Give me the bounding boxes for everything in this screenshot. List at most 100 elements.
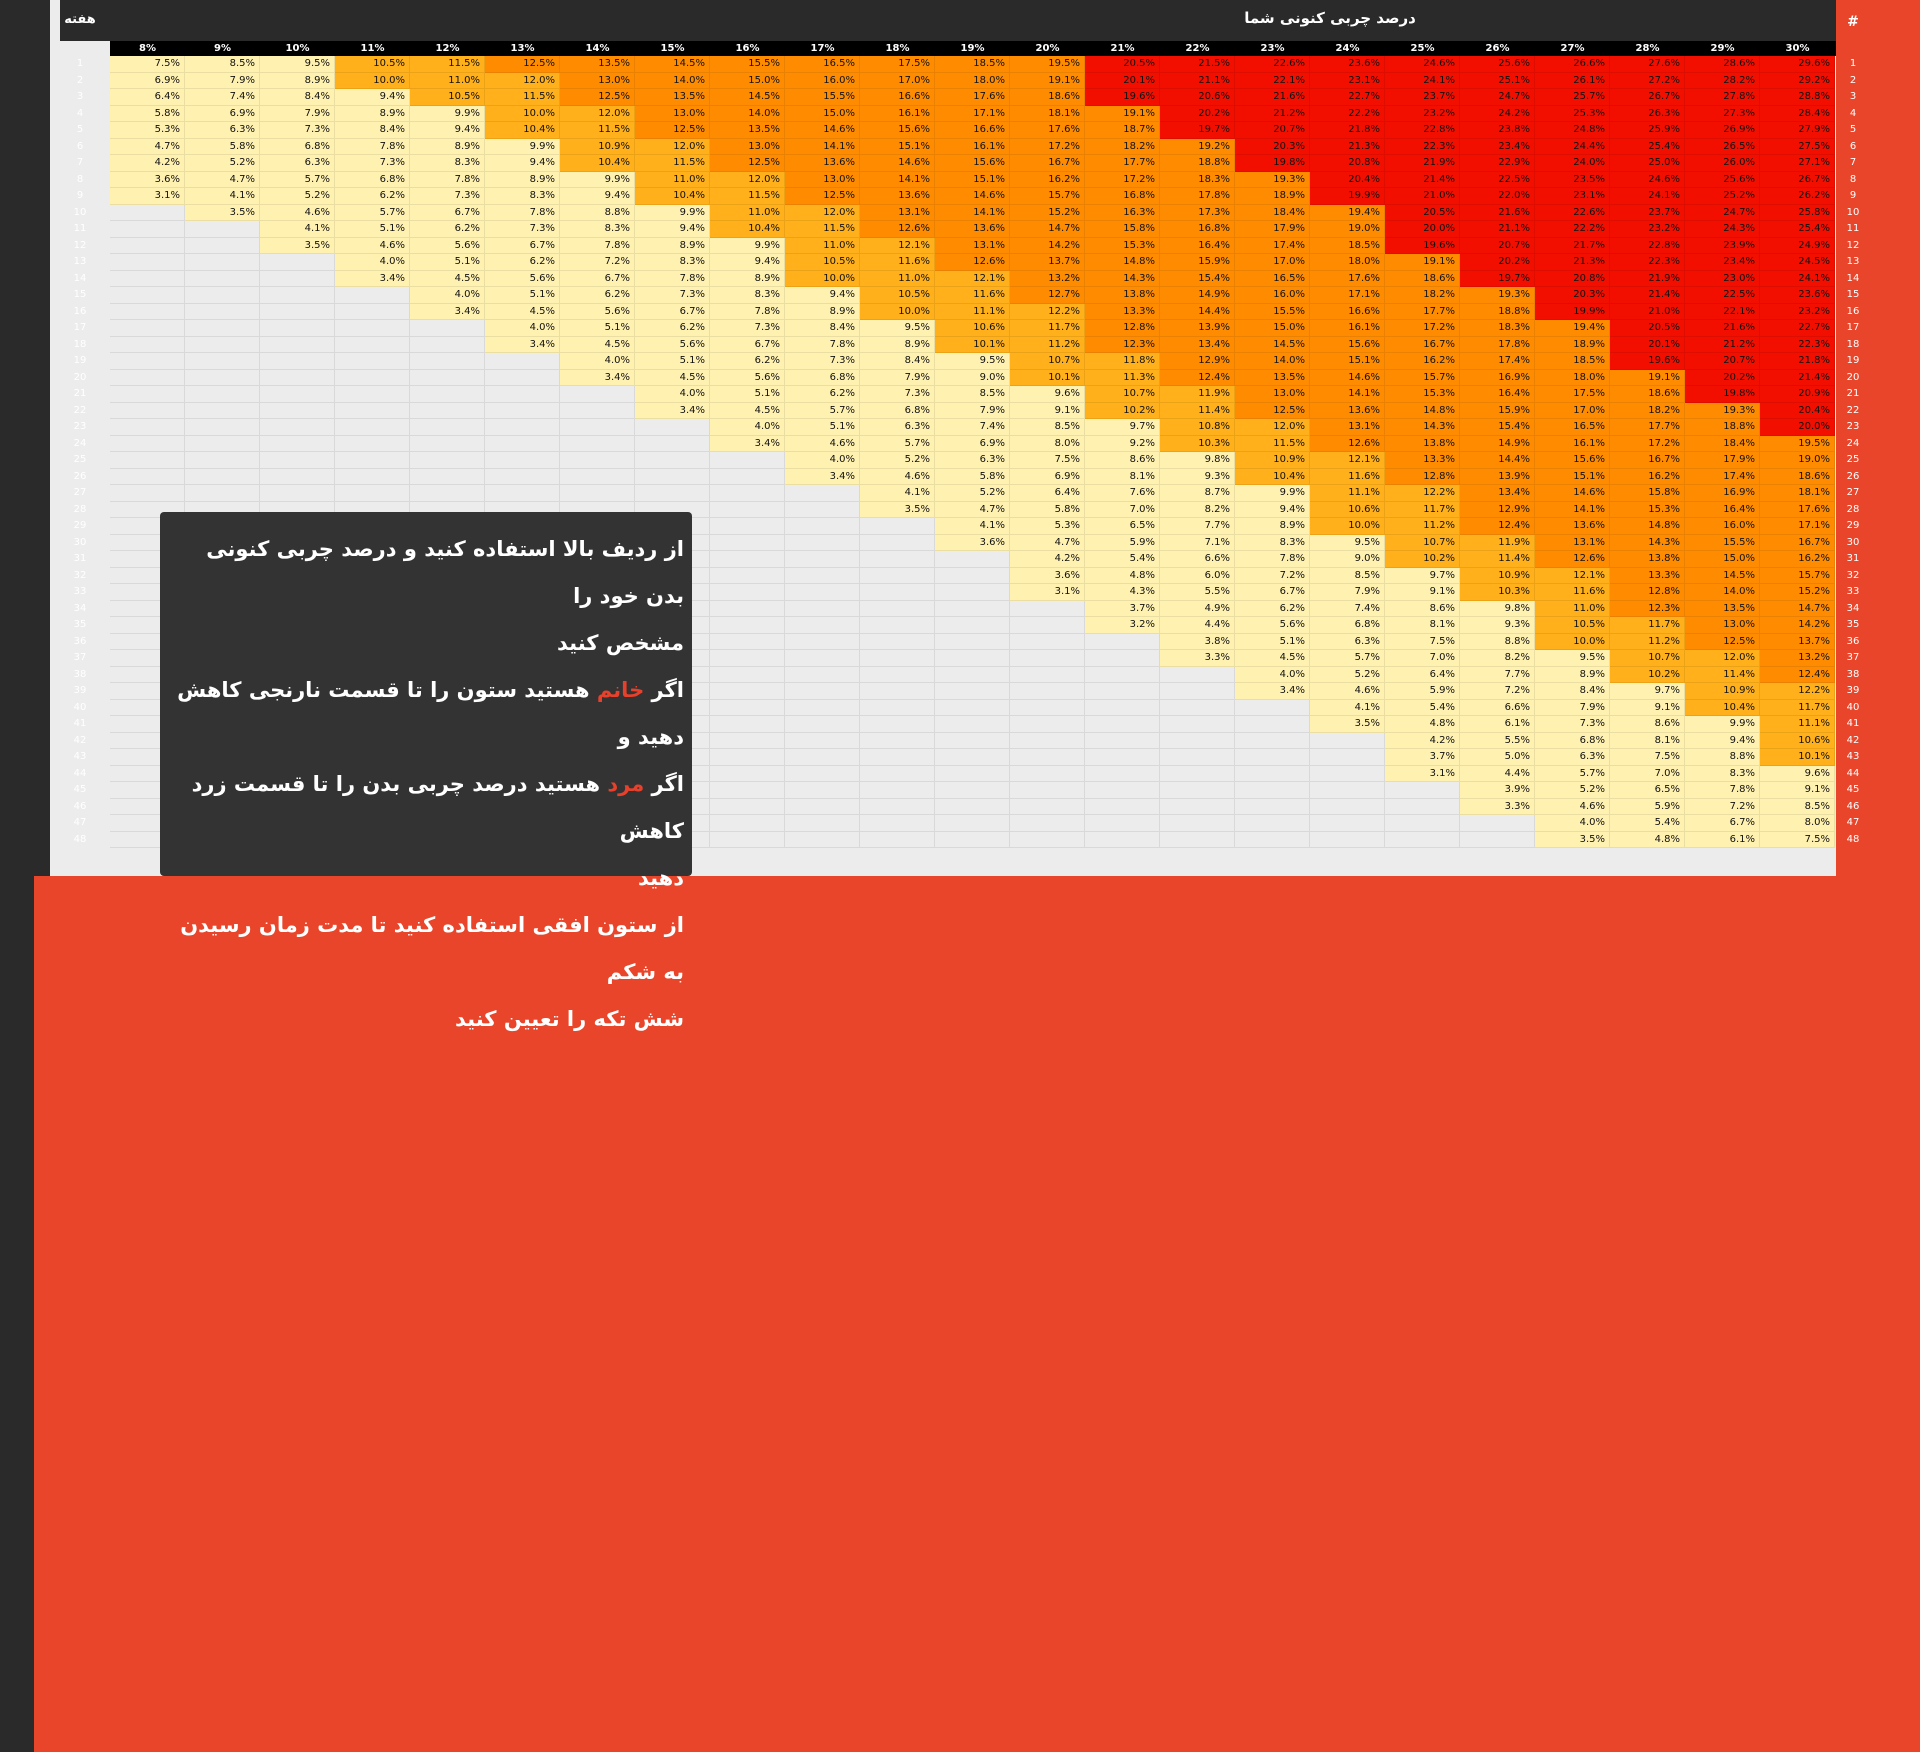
table-cell: 26.5%: [1685, 138, 1760, 155]
table-cell: 3.6%: [935, 534, 1010, 551]
table-cell: 18.9%: [1235, 188, 1310, 205]
table-cell: 12.5%: [635, 122, 710, 139]
table-cell: 22.1%: [1685, 303, 1760, 320]
table-cell: 6.3%: [935, 452, 1010, 469]
table-cell: 5.2%: [935, 485, 1010, 502]
table-cell: [785, 650, 860, 667]
column-header: 14%: [585, 43, 610, 54]
table-cell: 11.9%: [1460, 534, 1535, 551]
table-cell: 23.6%: [1760, 287, 1835, 304]
table-cell: 19.6%: [1385, 237, 1460, 254]
table-cell: 14.8%: [1385, 402, 1460, 419]
table-cell: 11.9%: [1160, 386, 1235, 403]
table-cell: [485, 435, 560, 452]
table-cell: 9.5%: [935, 353, 1010, 370]
table-cell: 11.7%: [1760, 699, 1835, 716]
table-cell: 11.1%: [935, 303, 1010, 320]
table-cell: 6.4%: [1385, 666, 1460, 683]
table-cell: [260, 419, 335, 436]
table-cell: 12.0%: [710, 171, 785, 188]
table-cell: 10.4%: [635, 188, 710, 205]
table-cell: 11.5%: [785, 221, 860, 238]
table-cell: [260, 353, 335, 370]
table-cell: 9.5%: [860, 320, 935, 337]
table-cell: [335, 287, 410, 304]
row-number: 30: [1846, 536, 1860, 548]
table-cell: 25.1%: [1460, 72, 1535, 89]
table-cell: 15.5%: [1235, 303, 1310, 320]
table-cell: 21.9%: [1610, 270, 1685, 287]
table-cell: [110, 320, 185, 337]
table-cell: 21.6%: [1235, 89, 1310, 106]
table-cell: 7.0%: [1385, 650, 1460, 667]
table-cell: 10.5%: [785, 254, 860, 271]
table-cell: 13.2%: [1010, 270, 1085, 287]
table-cell: 27.2%: [1610, 72, 1685, 89]
table-cell: 12.1%: [860, 237, 935, 254]
week-number: 19: [73, 355, 87, 366]
table-cell: 29.6%: [1760, 56, 1835, 73]
table-cell: 18.8%: [1685, 419, 1760, 436]
table-cell: 15.7%: [1760, 567, 1835, 584]
table-cell: 5.8%: [110, 105, 185, 122]
table-cell: 15.3%: [1610, 501, 1685, 518]
row-number: 42: [1846, 734, 1860, 746]
row-number: 35: [1846, 619, 1860, 630]
table-cell: [335, 336, 410, 353]
table-cell: 15.3%: [1085, 237, 1160, 254]
table-cell: 15.8%: [1085, 221, 1160, 238]
table-cell: 12.0%: [1685, 650, 1760, 667]
week-number: 30: [73, 536, 87, 548]
table-cell: [860, 551, 935, 568]
table-cell: [1235, 831, 1310, 848]
table-cell: 5.6%: [560, 303, 635, 320]
table-cell: [785, 600, 860, 617]
table-cell: 14.2%: [1010, 237, 1085, 254]
table-cell: 6.4%: [1010, 485, 1085, 502]
table-cell: 21.1%: [1160, 72, 1235, 89]
table-cell: 20.8%: [1535, 270, 1610, 287]
table-cell: 3.5%: [1310, 716, 1385, 733]
row-number: 21: [1846, 388, 1860, 399]
table-cell: 7.0%: [1610, 765, 1685, 782]
column-header: 30%: [1785, 43, 1810, 54]
table-cell: [860, 716, 935, 733]
table-cell: [1385, 782, 1460, 799]
table-cell: 17.2%: [1085, 171, 1160, 188]
table-cell: 5.4%: [1385, 699, 1460, 716]
table-cell: 14.8%: [1085, 254, 1160, 271]
table-cell: 22.2%: [1535, 221, 1610, 238]
table-cell: 24.9%: [1760, 237, 1835, 254]
table-cell: 24.5%: [1760, 254, 1835, 271]
table-cell: 26.6%: [1535, 56, 1610, 73]
table-cell: 27.5%: [1760, 138, 1835, 155]
week-number: 48: [73, 833, 87, 845]
table-cell: 11.4%: [1685, 666, 1760, 683]
row-number: 3: [1849, 91, 1857, 102]
table-cell: [335, 419, 410, 436]
table-cell: 5.2%: [1535, 782, 1610, 799]
table-cell: 10.0%: [335, 72, 410, 89]
table-cell: 11.1%: [1760, 716, 1835, 733]
table-cell: [185, 485, 260, 502]
table-cell: 5.6%: [410, 237, 485, 254]
table-cell: 10.4%: [560, 155, 635, 172]
table-cell: 13.8%: [1610, 551, 1685, 568]
table-cell: 19.3%: [1235, 171, 1310, 188]
column-header: 13%: [510, 43, 535, 54]
row-number: 41: [1846, 718, 1860, 729]
table-cell: 14.0%: [1235, 353, 1310, 370]
table-cell: 20.5%: [1385, 204, 1460, 221]
table-cell: [860, 633, 935, 650]
table-cell: 14.6%: [860, 155, 935, 172]
table-cell: 11.2%: [1385, 518, 1460, 535]
table-cell: 14.0%: [1685, 584, 1760, 601]
table-cell: 8.5%: [185, 56, 260, 73]
table-cell: 15.5%: [710, 56, 785, 73]
table-cell: 23.0%: [1685, 270, 1760, 287]
table-cell: [1385, 831, 1460, 848]
row-number: 38: [1846, 668, 1860, 680]
table-cell: [635, 485, 710, 502]
table-cell: 5.7%: [260, 171, 335, 188]
table-cell: 24.7%: [1685, 204, 1760, 221]
